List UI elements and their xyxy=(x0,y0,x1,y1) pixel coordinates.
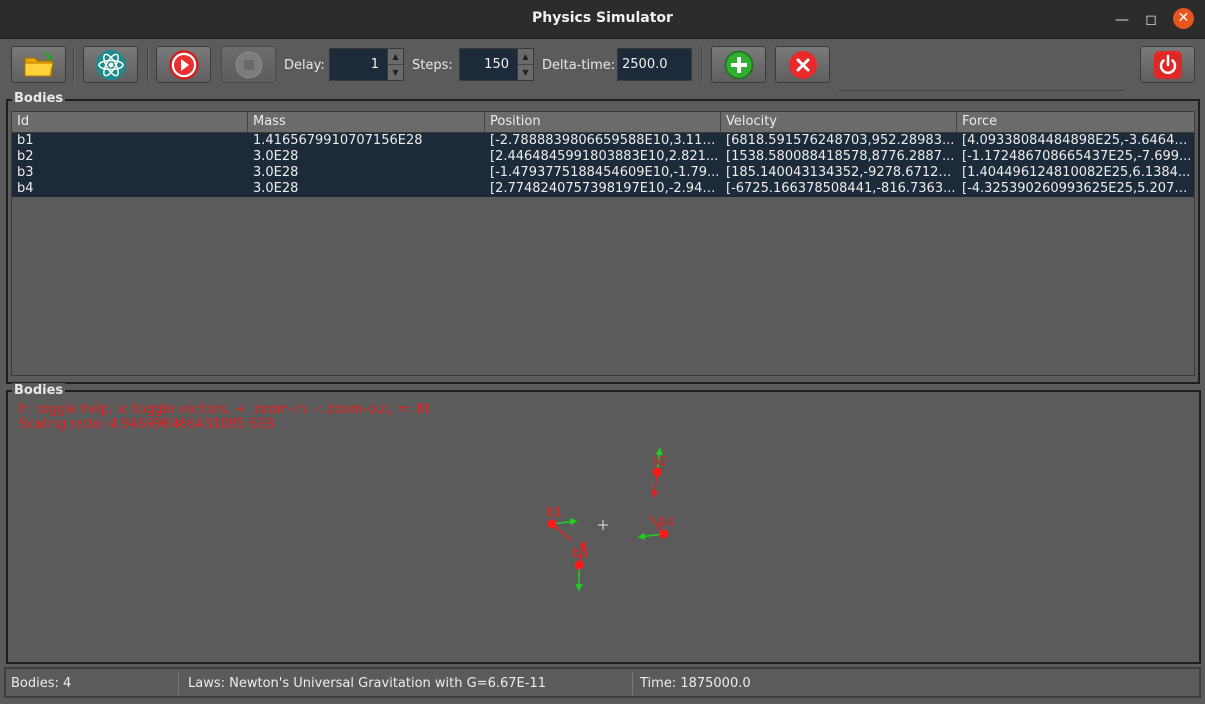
cell-id: b2 xyxy=(17,149,34,164)
bodies-viewer[interactable]: h: toggle help, v: toggle vectors, +: zo… xyxy=(7,391,1200,663)
table-row[interactable]: b4 3.0E28 [2.7748240757398197E10,-2.940.… xyxy=(12,181,1194,197)
exit-button[interactable] xyxy=(1140,46,1195,83)
steps-down-arrow-icon[interactable]: ▼ xyxy=(518,65,533,80)
delete-button[interactable] xyxy=(775,46,830,83)
cell-velocity: [185.140043134352,-9278.67124... xyxy=(726,165,957,180)
window-title: Physics Simulator xyxy=(532,10,673,26)
body-b3[interactable]: b3 xyxy=(573,540,588,592)
bodies-table: Id Mass Position Velocity Force b1 1.416… xyxy=(11,111,1195,376)
body-b4[interactable]: b4 xyxy=(637,515,674,541)
table-row[interactable]: b2 3.0E28 [2.4464845991803883E10,2.821..… xyxy=(12,149,1194,165)
status-laws: Laws: Newton's Universal Gravitation wit… xyxy=(188,676,546,691)
atom-icon xyxy=(95,49,126,80)
steps-spinner[interactable]: 150 ▲ ▼ xyxy=(459,48,534,81)
folder-icon xyxy=(24,51,54,76)
delay-down-arrow-icon[interactable]: ▼ xyxy=(388,65,403,80)
add-body-button[interactable] xyxy=(711,46,766,83)
body-label: b1 xyxy=(547,505,562,519)
title-bar: Physics Simulator — ◻ ✕ xyxy=(0,0,1205,39)
body-b1[interactable]: b1 xyxy=(547,505,578,541)
cell-mass: 1.4165679910707156E28 xyxy=(253,133,423,148)
steps-up-arrow-icon[interactable]: ▲ xyxy=(518,49,533,65)
cell-force: [4.09338084484898E25,-3.64647... xyxy=(962,133,1194,148)
steps-value[interactable]: 150 xyxy=(460,57,517,72)
table-row[interactable]: b3 3.0E28 [-1.4793775188454609E10,-1.79.… xyxy=(12,165,1194,181)
play-icon xyxy=(168,49,199,80)
cell-mass: 3.0E28 xyxy=(253,165,299,180)
open-file-button[interactable] xyxy=(11,46,66,83)
body-b2[interactable]: b2 xyxy=(650,447,667,499)
bodies-table-title: Bodies xyxy=(12,91,66,106)
cell-velocity: [6818.591576248703,952.28983... xyxy=(726,133,955,148)
status-bar: Bodies: 4 Laws: Newton's Universal Gravi… xyxy=(4,667,1201,698)
status-time: Time: 1875000.0 xyxy=(640,676,751,691)
center-crosshair-icon xyxy=(598,520,608,530)
body-label: b4 xyxy=(659,515,674,529)
cell-position: [-1.4793775188454609E10,-1.79... xyxy=(490,165,720,180)
cell-force: [-1.172486708665437E25,-7.699... xyxy=(962,149,1192,164)
minimize-icon[interactable]: — xyxy=(1112,10,1132,30)
cell-force: [-4.325390260993625E25,5.2073... xyxy=(962,181,1194,196)
run-button[interactable] xyxy=(156,46,211,83)
delta-time-label: Delta-time: xyxy=(542,58,616,73)
delay-spinner[interactable]: 1 ▲ ▼ xyxy=(329,48,404,81)
stop-button[interactable] xyxy=(221,46,276,83)
cell-id: b4 xyxy=(17,181,34,196)
table-row[interactable]: b1 1.4165679910707156E28 [-2.78888398066… xyxy=(12,133,1194,149)
maximize-icon[interactable]: ◻ xyxy=(1141,10,1161,30)
plus-icon xyxy=(724,50,753,79)
physics-laws-button[interactable] xyxy=(83,46,138,83)
power-icon xyxy=(1153,50,1182,79)
column-header-id[interactable]: Id xyxy=(12,112,248,132)
delay-up-arrow-icon[interactable]: ▲ xyxy=(388,49,403,65)
toolbar-separator xyxy=(147,47,149,83)
delta-time-input[interactable]: 2500.0 xyxy=(617,48,692,81)
status-bodies: Bodies: 4 xyxy=(11,676,72,691)
toolbar-separator xyxy=(701,47,703,83)
delay-value[interactable]: 1 xyxy=(330,57,387,72)
toolbar: Delay: 1 ▲ ▼ Steps: 150 ▲ ▼ Delta-time: … xyxy=(0,39,1205,91)
cell-mass: 3.0E28 xyxy=(253,181,299,196)
cell-position: [-2.7888839806659588E10,3.118... xyxy=(490,133,721,148)
cell-id: b3 xyxy=(17,165,34,180)
cell-position: [2.4464845991803883E10,2.821... xyxy=(490,149,719,164)
delete-x-icon xyxy=(788,50,817,79)
viewer-canvas: b1 b2 b3 b4 xyxy=(547,447,674,592)
toolbar-separator xyxy=(73,47,75,83)
column-header-mass[interactable]: Mass xyxy=(248,112,485,132)
cell-mass: 3.0E28 xyxy=(253,149,299,164)
status-separator xyxy=(632,671,633,695)
steps-label: Steps: xyxy=(412,58,453,73)
delay-label: Delay: xyxy=(284,58,325,73)
body-label: b3 xyxy=(573,546,588,560)
cell-force: [1.404496124810082E25,6.1384... xyxy=(962,165,1191,180)
cell-velocity: [1538.580088418578,8776.2887... xyxy=(726,149,955,164)
stop-icon xyxy=(235,51,262,78)
toolbar-line xyxy=(838,90,1125,91)
cell-id: b1 xyxy=(17,133,34,148)
column-header-force[interactable]: Force xyxy=(957,112,1194,132)
column-header-velocity[interactable]: Velocity xyxy=(721,112,957,132)
cell-position: [2.7748240757398197E10,-2.940... xyxy=(490,181,721,196)
body-label: b2 xyxy=(652,454,667,468)
cell-velocity: [-6725.166378508441,-816.7363... xyxy=(726,181,956,196)
table-header: Id Mass Position Velocity Force xyxy=(12,112,1194,133)
status-separator xyxy=(178,671,179,695)
column-header-position[interactable]: Position xyxy=(485,112,721,132)
close-window-icon[interactable]: ✕ xyxy=(1173,8,1194,29)
